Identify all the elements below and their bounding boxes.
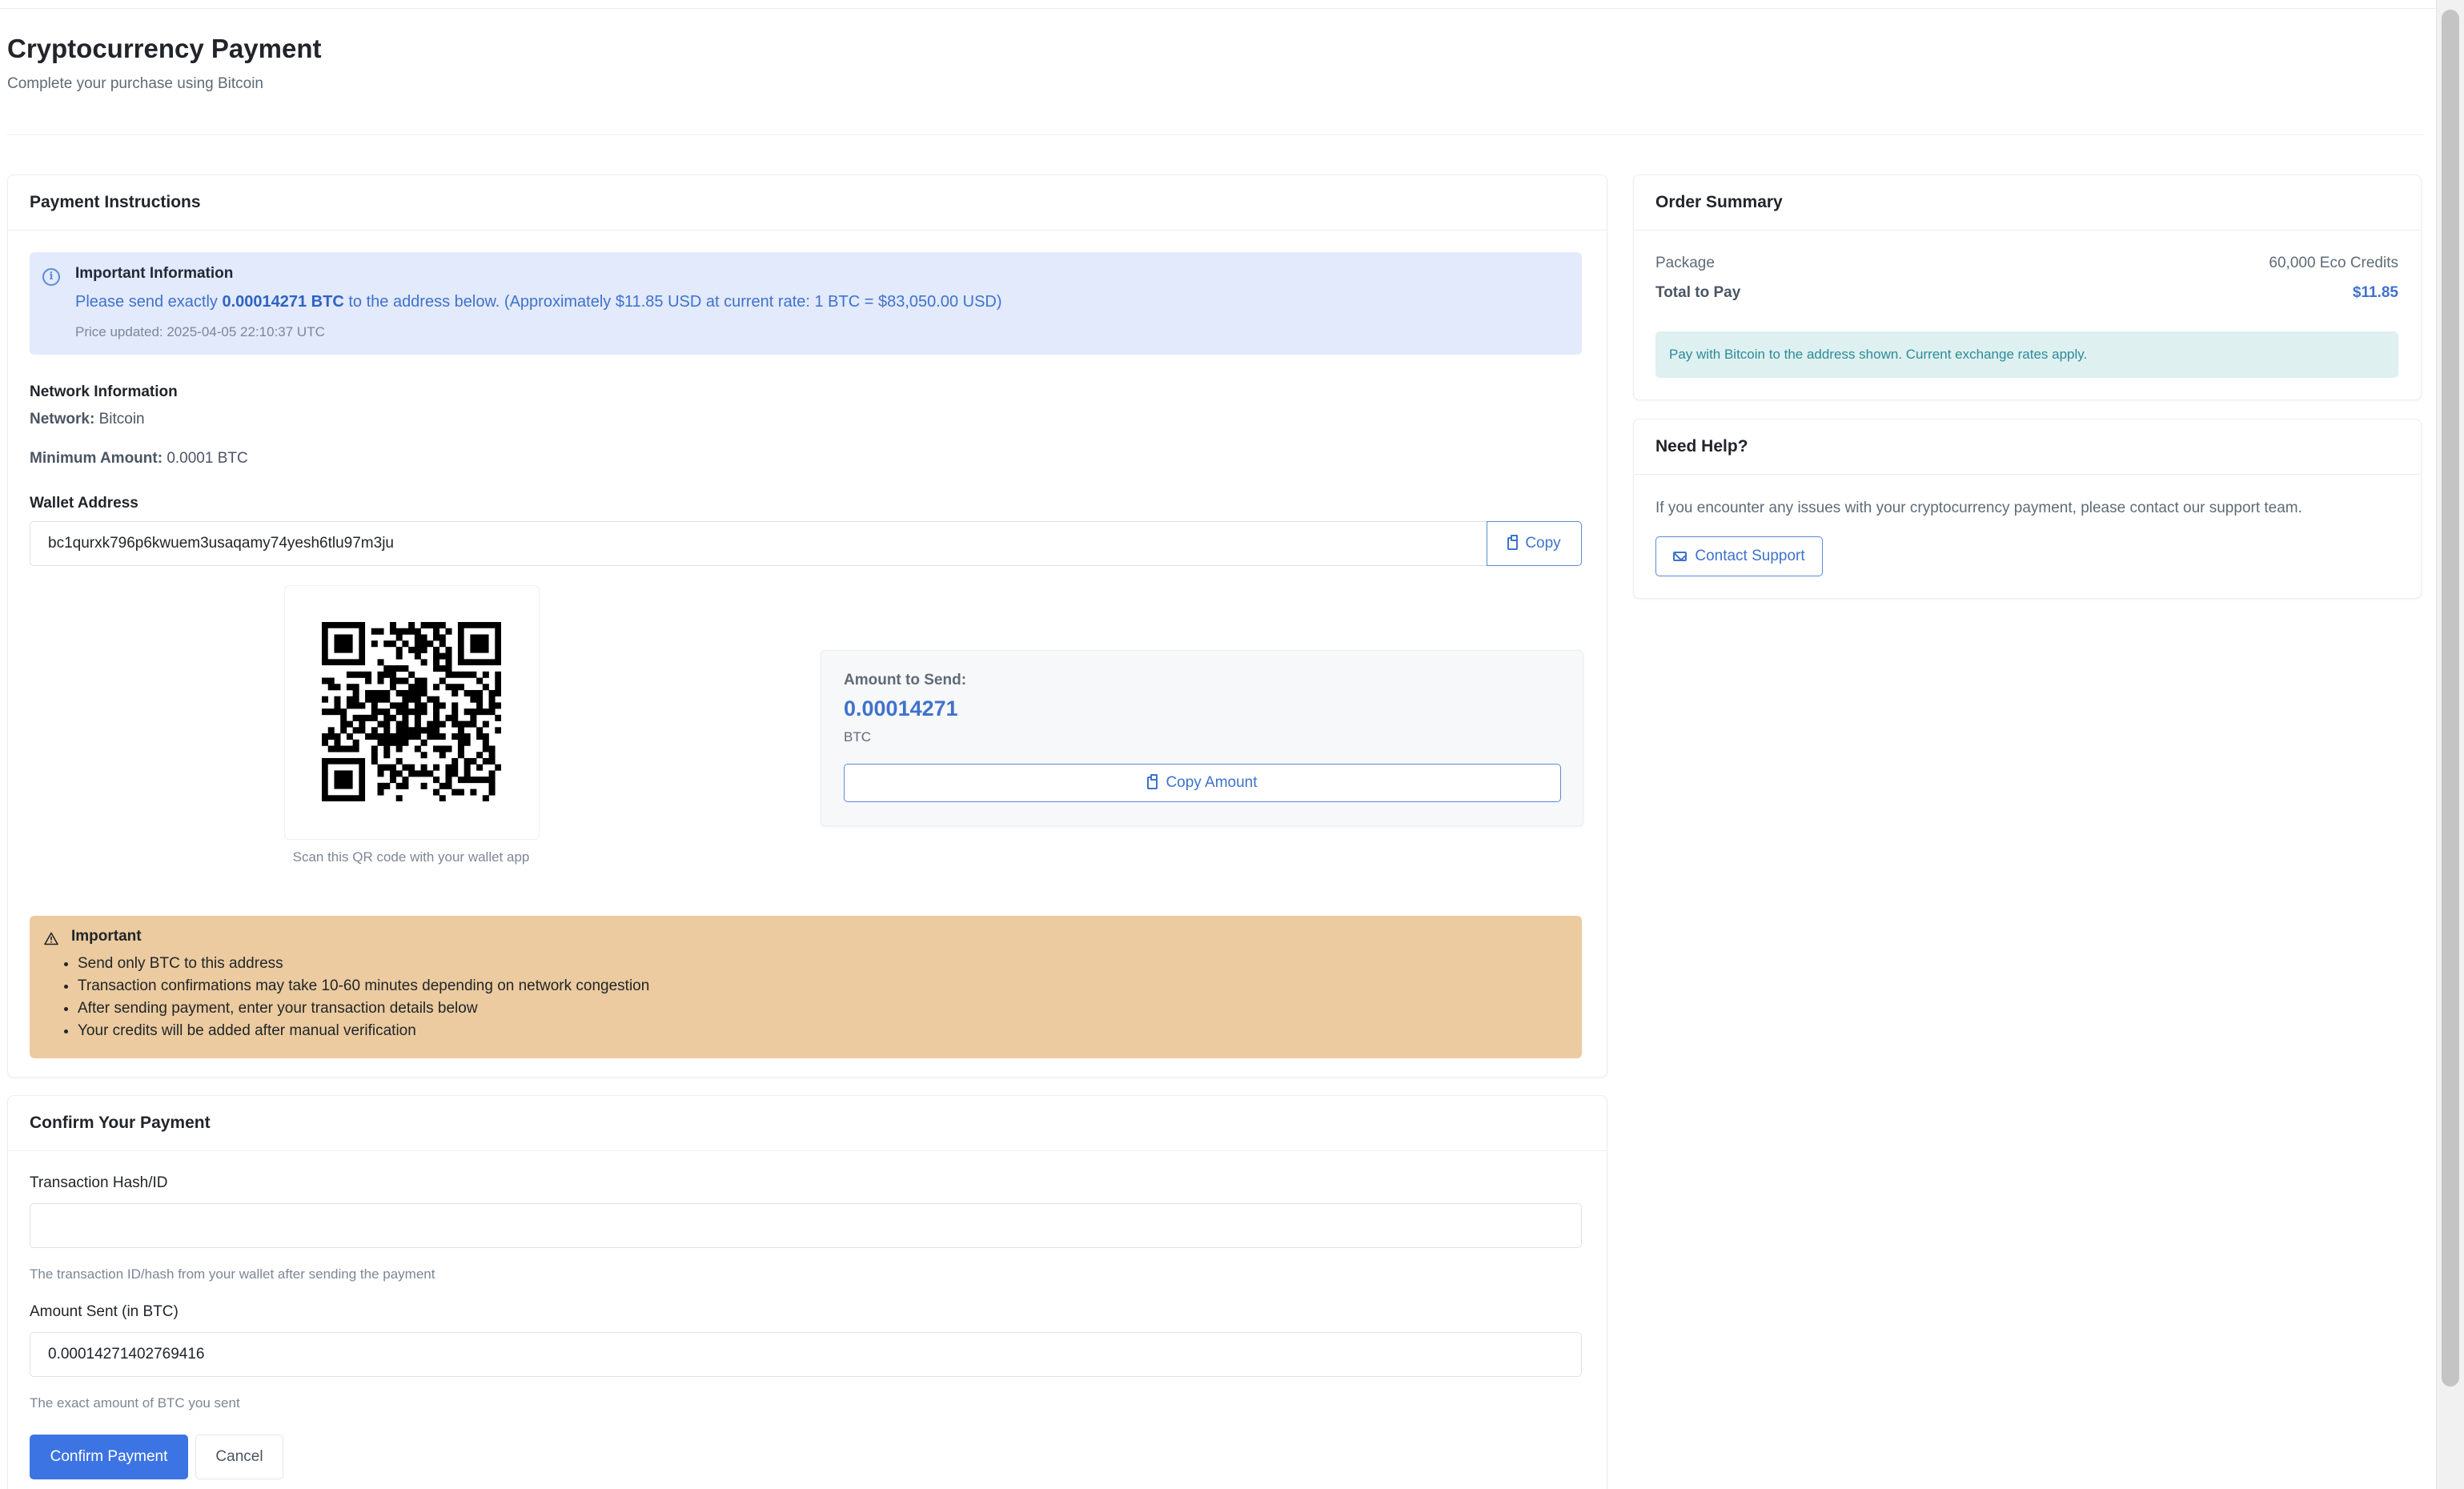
- minimum-amount-value: 0.0001 BTC: [167, 450, 248, 467]
- page: Cryptocurrency Payment Complete your pur…: [0, 0, 2437, 1489]
- copy-amount-label: Copy Amount: [1166, 774, 1258, 791]
- amount-to-send-value: 0.00014271: [844, 696, 958, 720]
- amount-sent-label: Amount Sent (in BTC): [30, 1303, 179, 1320]
- envelope-icon: [1673, 552, 1687, 561]
- package-label: Package: [1655, 255, 1715, 271]
- clipboard-icon: [1507, 535, 1519, 550]
- network-row: Network: Bitcoin: [30, 411, 145, 428]
- page-title: Cryptocurrency Payment: [7, 34, 322, 63]
- package-value: 60,000 Eco Credits: [2269, 255, 2398, 271]
- amount-to-send-label: Amount to Send:: [844, 672, 967, 688]
- price-updated: Price updated: 2025-04-05 22:10:37 UTC: [75, 324, 325, 339]
- need-help-title: Need Help?: [1655, 437, 1748, 456]
- info-heading: Important Information: [75, 265, 234, 282]
- amount-sent-input[interactable]: 0.00014271402769416: [30, 1332, 1582, 1377]
- package-row: Package 60,000 Eco Credits: [1655, 255, 2398, 272]
- transaction-hash-label: Transaction Hash/ID: [30, 1174, 168, 1191]
- warning-heading: Important: [71, 928, 142, 945]
- amount-to-send-box: Amount to Send: 0.00014271 BTC Copy Amou…: [821, 650, 1583, 826]
- qr-code: [322, 622, 501, 801]
- amount-sent-help: The exact amount of BTC you sent: [30, 1395, 240, 1411]
- top-border: [0, 0, 2437, 9]
- warning-list: Send only BTC to this address Transactio…: [63, 953, 649, 1042]
- order-summary-card: Order Summary Package 60,000 Eco Credits…: [1633, 175, 2422, 400]
- info-text-amount: 0.00014271 BTC: [222, 293, 344, 311]
- important-warning-alert: Important Send only BTC to this address …: [30, 916, 1582, 1058]
- copy-address-label: Copy: [1525, 535, 1561, 552]
- warning-item: Your credits will be added after manual …: [78, 1020, 649, 1042]
- need-help-header: Need Help?: [1634, 419, 2421, 475]
- wallet-address-label: Wallet Address: [30, 495, 138, 512]
- confirm-payment-header: Confirm Your Payment: [8, 1096, 1607, 1151]
- scrollbar-thumb[interactable]: [2442, 10, 2459, 1387]
- warning-triangle-icon: [44, 932, 58, 945]
- copy-address-button[interactable]: Copy: [1487, 521, 1582, 566]
- minimum-amount-label: Minimum Amount:: [30, 450, 163, 467]
- total-row: Total to Pay $11.85: [1655, 284, 2398, 302]
- network-label: Network:: [30, 411, 95, 427]
- vertical-scrollbar[interactable]: [2436, 0, 2464, 1489]
- network-value: Bitcoin: [98, 411, 145, 427]
- clipboard-icon: [1147, 774, 1158, 789]
- warning-item: Send only BTC to this address: [78, 953, 649, 975]
- minimum-amount-row: Minimum Amount: 0.0001 BTC: [30, 450, 248, 468]
- copy-amount-button[interactable]: Copy Amount: [844, 764, 1561, 802]
- transaction-hash-help: The transaction ID/hash from your wallet…: [30, 1266, 435, 1282]
- exchange-rate-note: Pay with Bitcoin to the address shown. C…: [1655, 331, 2398, 378]
- qr-code-card: [284, 585, 540, 840]
- contact-support-button[interactable]: Contact Support: [1655, 536, 1823, 576]
- total-value: $11.85: [2352, 284, 2398, 301]
- amount-unit: BTC: [844, 729, 871, 744]
- info-text: Please send exactly 0.00014271 BTC to th…: [75, 293, 1002, 311]
- confirm-payment-title: Confirm Your Payment: [30, 1114, 211, 1132]
- order-summary-title: Order Summary: [1655, 193, 1783, 211]
- important-info-alert: i Important Information Please send exac…: [30, 252, 1582, 355]
- header-divider: [7, 134, 2425, 135]
- warning-item: Transaction confirmations may take 10-60…: [78, 975, 649, 997]
- wallet-address-field[interactable]: bc1qurxk796p6kwuem3usaqamy74yesh6tlu97m3…: [30, 521, 1487, 566]
- info-text-suffix: to the address below. (Approximately $11…: [348, 293, 1002, 311]
- transaction-hash-input[interactable]: [30, 1203, 1582, 1248]
- payment-instructions-card: Payment Instructions i Important Informa…: [7, 175, 1607, 1078]
- payment-instructions-header: Payment Instructions: [8, 175, 1607, 231]
- order-summary-header: Order Summary: [1634, 175, 2421, 231]
- confirm-payment-button[interactable]: Confirm Payment: [30, 1435, 188, 1479]
- qr-caption: Scan this QR code with your wallet app: [292, 849, 530, 865]
- info-text-prefix: Please send exactly: [75, 293, 218, 311]
- total-label: Total to Pay: [1655, 284, 1741, 301]
- info-circle-icon: i: [42, 268, 60, 286]
- need-help-card: Need Help? If you encounter any issues w…: [1633, 419, 2422, 599]
- page-subtitle: Complete your purchase using Bitcoin: [7, 75, 264, 92]
- warning-item: After sending payment, enter your transa…: [78, 997, 649, 1020]
- need-help-text: If you encounter any issues with your cr…: [1655, 500, 2302, 516]
- confirm-payment-card: Confirm Your Payment Transaction Hash/ID…: [7, 1095, 1607, 1489]
- cancel-button[interactable]: Cancel: [195, 1435, 283, 1479]
- network-info-heading: Network Information: [30, 383, 178, 400]
- contact-support-label: Contact Support: [1695, 548, 1805, 564]
- payment-instructions-title: Payment Instructions: [30, 193, 201, 211]
